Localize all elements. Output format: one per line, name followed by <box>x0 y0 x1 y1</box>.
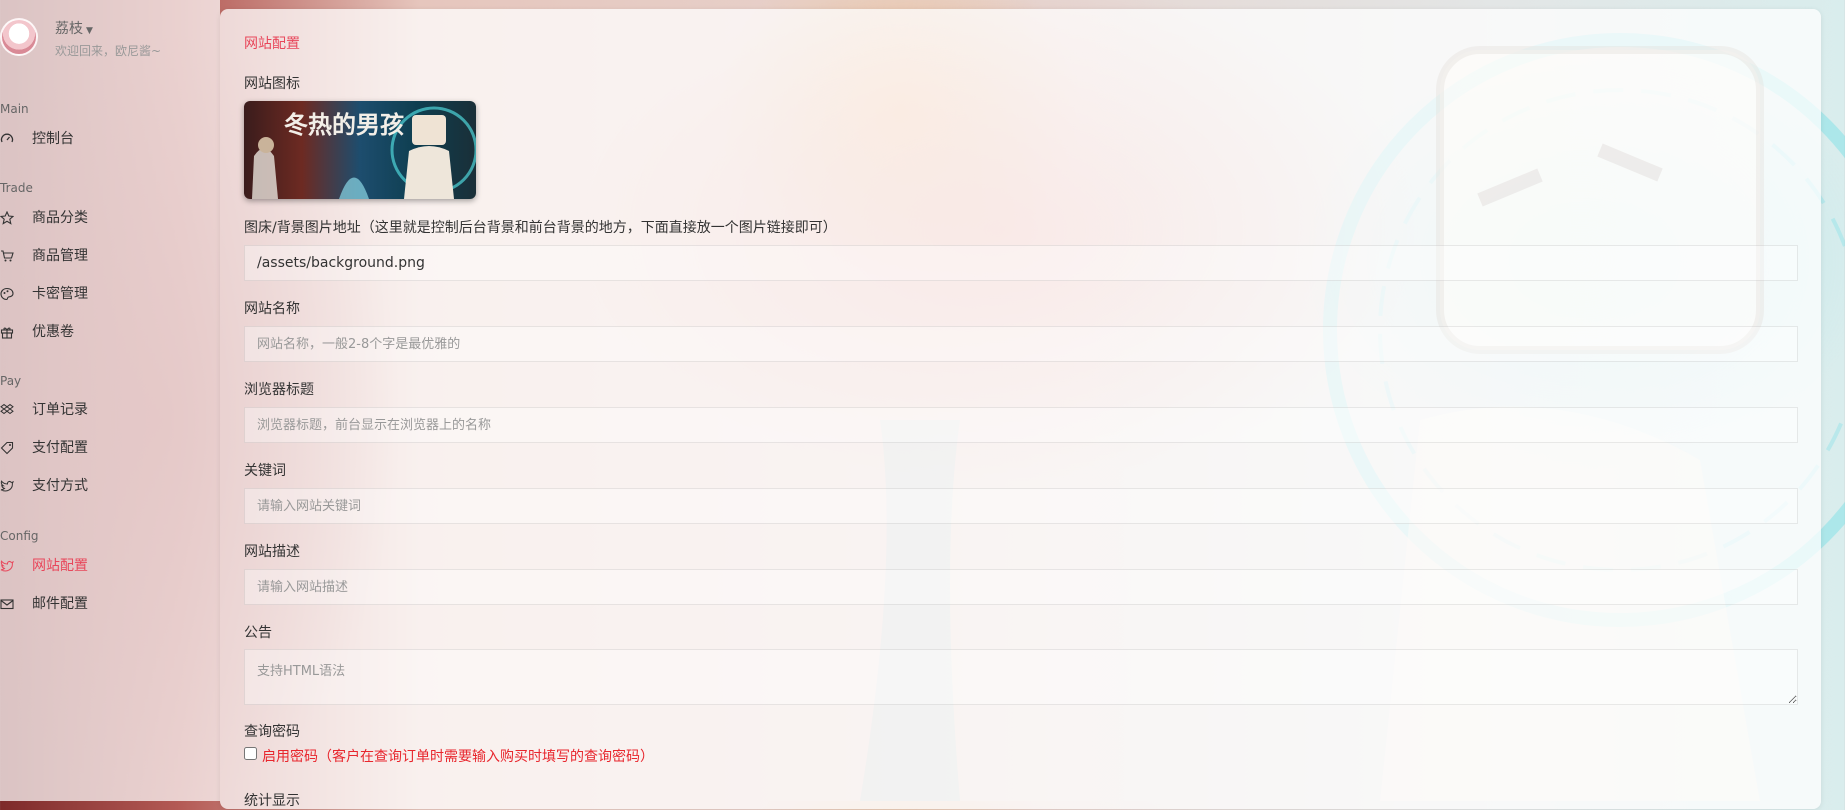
username: 荔枝 <box>55 21 83 37</box>
notice-label: 公告 <box>244 625 272 641</box>
description-label: 网站描述 <box>244 544 300 560</box>
site-name-label: 网站名称 <box>244 301 300 317</box>
cart-icon <box>1 250 14 262</box>
sidebar-item-payment-methods[interactable]: 支付方式 <box>0 474 220 498</box>
envelope-icon <box>0 599 14 610</box>
username-dropdown[interactable]: 荔枝 ▼ <box>55 18 93 38</box>
enable-query-password-label[interactable]: 启用密码（客户在查询订单时需要输入购买时填写的查询密码） <box>262 746 654 766</box>
query-password-label: 查询密码 <box>244 724 300 740</box>
sidebar-item-card-keys[interactable]: 卡密管理 <box>0 282 220 306</box>
caret-down-icon: ▼ <box>86 26 93 36</box>
sidebar-item-dashboard[interactable]: 控制台 <box>0 127 220 151</box>
keywords-input[interactable] <box>244 488 1798 524</box>
background-url-label: 图床/背景图片地址（这里就是控制后台背景和前台背景的地方，下面直接放一个图片链接… <box>244 220 837 236</box>
sidebar-item-label: 支付配置 <box>32 440 88 456</box>
sidebar-item-label: 商品分类 <box>32 210 88 226</box>
browser-title-label: 浏览器标题 <box>244 382 314 398</box>
section-title-config: Config <box>0 529 39 543</box>
twitter-bird-icon <box>0 560 14 572</box>
sidebar-item-label: 卡密管理 <box>32 286 88 302</box>
sidebar-item-site-config[interactable]: 网站配置 <box>0 554 220 578</box>
sidebar-item-label: 订单记录 <box>32 402 88 418</box>
site-icon-label: 网站图标 <box>244 76 300 92</box>
twitter-bird-icon <box>0 480 14 492</box>
sidebar: 荔枝 ▼ 欢迎回来，欧尼酱~ Main 控制台 Trade 商品分类 商品管理 卡… <box>0 0 220 801</box>
site-logo-artwork: 冬热的男孩 <box>252 106 476 199</box>
description-input[interactable] <box>244 569 1798 605</box>
sidebar-item-categories[interactable]: 商品分类 <box>0 206 220 230</box>
sidebar-item-coupons[interactable]: 优惠卷 <box>0 320 220 344</box>
sidebar-item-products[interactable]: 商品管理 <box>0 244 220 268</box>
sidebar-item-label: 网站配置 <box>32 558 88 574</box>
section-title-trade: Trade <box>0 181 33 195</box>
section-title-main: Main <box>0 102 29 116</box>
section-title-pay: Pay <box>0 374 22 388</box>
sidebar-item-orders[interactable]: 订单记录 <box>0 398 220 422</box>
page-title: 网站配置 <box>244 36 300 52</box>
sidebar-item-label: 优惠卷 <box>32 324 74 340</box>
tag-icon <box>0 441 14 455</box>
palette-icon <box>0 287 14 301</box>
user-panel[interactable]: 荔枝 ▼ 欢迎回来，欧尼酱~ <box>0 14 220 64</box>
stats-display-label: 统计显示 <box>244 793 300 809</box>
sidebar-item-label: 控制台 <box>32 131 74 147</box>
welcome-text: 欢迎回来，欧尼酱~ <box>55 44 162 58</box>
avatar[interactable] <box>0 18 38 56</box>
star-icon <box>0 211 14 225</box>
notice-textarea[interactable] <box>244 649 1798 705</box>
sidebar-item-label: 商品管理 <box>32 248 88 264</box>
sidebar-item-label: 邮件配置 <box>32 596 88 612</box>
site-logo-text: 冬热的男孩 <box>284 110 404 139</box>
sidebar-item-label: 支付方式 <box>32 478 88 494</box>
browser-title-input[interactable] <box>244 407 1798 443</box>
enable-query-password-checkbox[interactable] <box>244 747 257 760</box>
dropbox-icon <box>0 403 14 415</box>
dashboard-gauge-icon <box>0 133 14 143</box>
site-name-input[interactable] <box>244 326 1798 362</box>
background-url-input[interactable] <box>244 245 1798 281</box>
sidebar-item-payment-config[interactable]: 支付配置 <box>0 436 220 460</box>
site-config-panel: 网站配置 网站图标 冬热的男孩 图床/背景图片地址（这里就是控制后台背景和前台背… <box>220 9 1821 809</box>
site-logo-image[interactable]: 冬热的男孩 <box>244 101 476 199</box>
gift-icon <box>0 327 14 339</box>
sidebar-item-mail-config[interactable]: 邮件配置 <box>0 592 220 616</box>
keywords-label: 关键词 <box>244 463 286 479</box>
